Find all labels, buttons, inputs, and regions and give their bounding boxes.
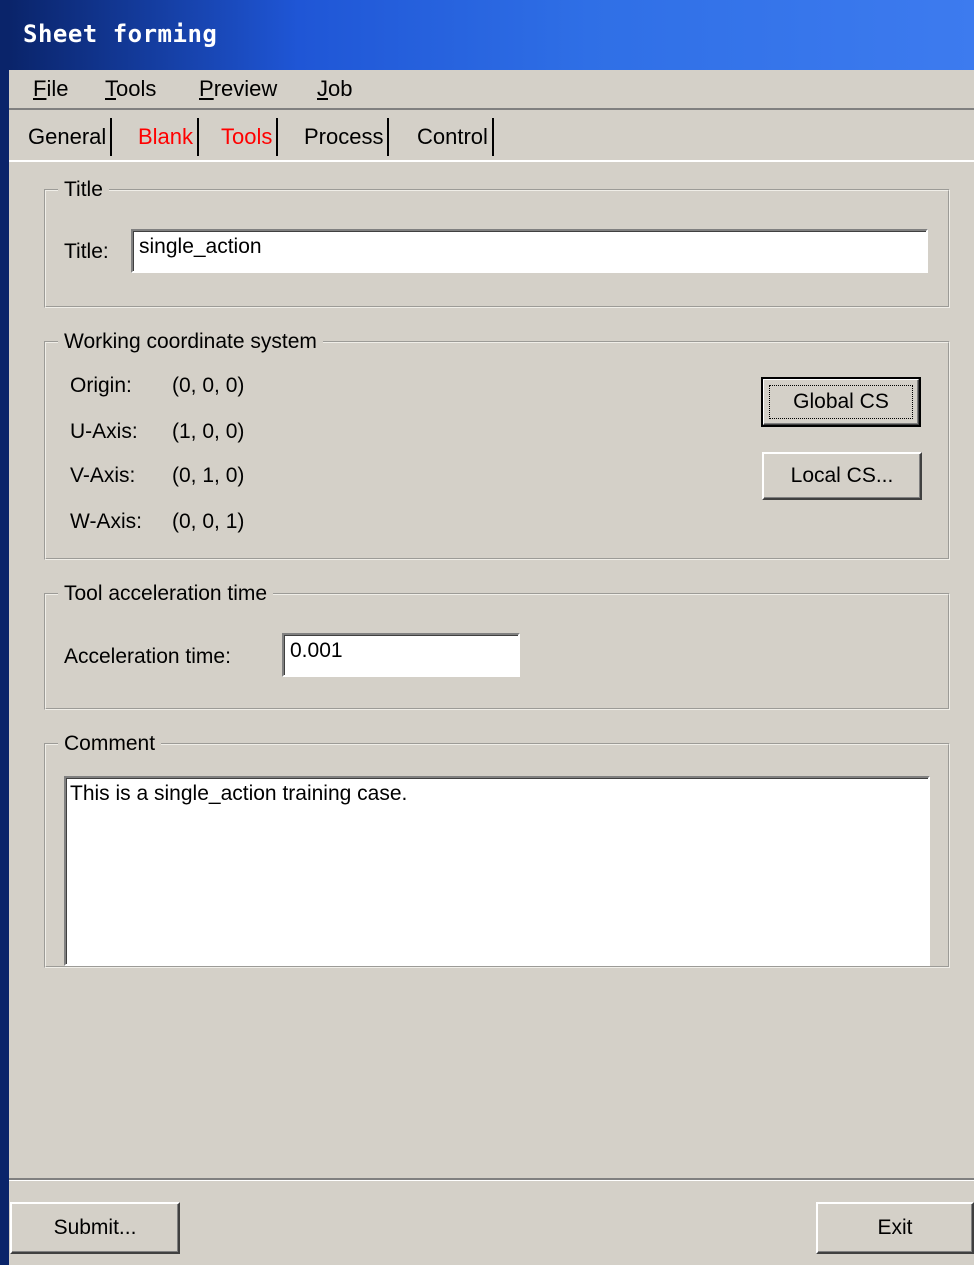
menu-file[interactable]: File <box>29 74 72 104</box>
title-group-legend: Title <box>64 178 103 201</box>
submit-button[interactable]: Submit... <box>10 1202 180 1254</box>
tab-strip: General Blank Tools Process Control <box>9 116 974 160</box>
tab-control[interactable]: Control <box>413 118 494 156</box>
menu-preview[interactable]: Preview <box>195 74 281 104</box>
sheet-forming-window: Sheet forming File Tools Preview Job Gen… <box>0 0 974 1265</box>
tab-separator <box>9 160 974 162</box>
window-left-edge <box>0 0 9 1265</box>
v-axis-value: (0, 1, 0) <box>172 464 245 487</box>
local-cs-button[interactable]: Local CS... <box>762 452 922 500</box>
menu-file-label: ile <box>46 76 69 101</box>
menu-preview-label: review <box>213 76 278 101</box>
footer-separator <box>9 1178 974 1181</box>
menu-job-label: ob <box>328 76 353 101</box>
menu-job[interactable]: Job <box>313 74 356 104</box>
tab-general[interactable]: General <box>24 118 113 156</box>
menu-tools-label: ools <box>116 76 157 101</box>
title-bar[interactable]: Sheet forming <box>9 0 974 70</box>
tab-process[interactable]: Process <box>300 118 390 156</box>
title-field-label: Title: <box>64 240 109 263</box>
menu-bar: File Tools Preview Job <box>9 70 974 110</box>
title-input[interactable]: single_action <box>131 229 928 273</box>
menu-preview-accel: P <box>199 76 214 101</box>
origin-label: Origin: <box>70 374 132 397</box>
acceleration-time-label: Acceleration time: <box>64 645 231 668</box>
origin-value: (0, 0, 0) <box>172 374 245 397</box>
exit-button[interactable]: Exit <box>816 1202 974 1254</box>
menu-file-accel: F <box>33 76 47 101</box>
wcs-group-legend: Working coordinate system <box>64 330 317 353</box>
menu-tools[interactable]: Tools <box>101 74 160 104</box>
menu-tools-accel: T <box>105 76 116 101</box>
exit-button-label: Exit <box>877 1216 913 1239</box>
accel-group-legend: Tool acceleration time <box>64 582 268 605</box>
tab-tools[interactable]: Tools <box>217 118 279 156</box>
w-axis-label: W-Axis: <box>70 510 142 533</box>
comment-textarea[interactable]: This is a single_action training case. <box>64 776 930 966</box>
menu-job-accel: J <box>317 76 328 101</box>
global-cs-button-label: Global CS <box>793 390 889 413</box>
w-axis-value: (0, 0, 1) <box>172 510 245 533</box>
global-cs-button[interactable]: Global CS <box>761 377 921 427</box>
window-title: Sheet forming <box>23 20 218 48</box>
comment-group-legend: Comment <box>64 732 156 755</box>
tab-blank[interactable]: Blank <box>134 118 200 156</box>
u-axis-value: (1, 0, 0) <box>172 420 245 443</box>
submit-button-label: Submit... <box>53 1216 137 1239</box>
v-axis-label: V-Axis: <box>70 464 136 487</box>
local-cs-button-label: Local CS... <box>790 464 894 487</box>
u-axis-label: U-Axis: <box>70 420 138 443</box>
acceleration-time-input[interactable]: 0.001 <box>282 633 520 677</box>
